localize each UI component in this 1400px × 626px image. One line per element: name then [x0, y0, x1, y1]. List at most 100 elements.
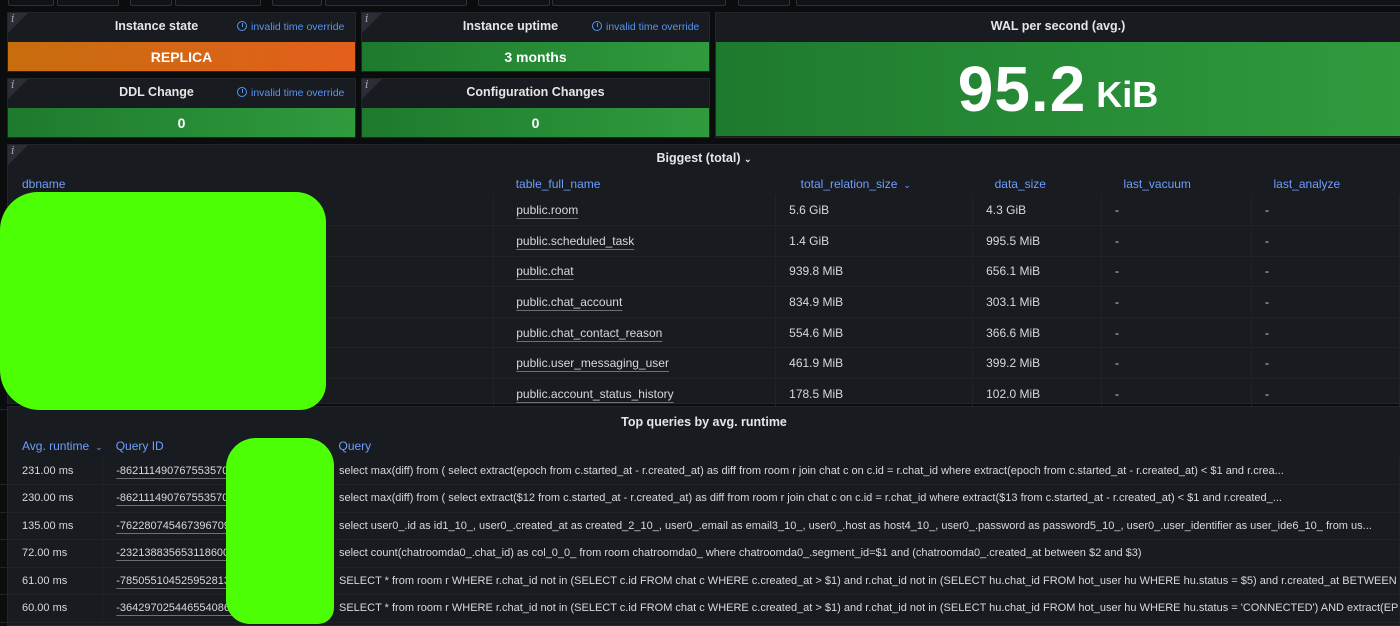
cell-text: 939.8 MiB: [789, 264, 844, 279]
cell-text: -: [1115, 264, 1120, 279]
variable-select[interactable]: [175, 0, 261, 6]
time-override-notice: invalid time override: [237, 21, 344, 33]
cell-text: 178.5 MiB: [789, 386, 844, 401]
variable-select[interactable]: [478, 0, 550, 6]
chevron-down-icon[interactable]: ⌄: [744, 154, 752, 164]
cell-text: 5.6 GiB: [789, 203, 830, 218]
variable-select[interactable]: [738, 0, 790, 6]
table-name-cell[interactable]: public.user_messaging_user: [493, 347, 777, 380]
panel-title[interactable]: Biggest (total) ⌄: [8, 151, 1400, 165]
panel-title[interactable]: WAL per second (avg.): [716, 19, 1400, 33]
column-header-query[interactable]: Query: [326, 435, 1400, 457]
column-header-avg-runtime[interactable]: Avg. runtime ⌄: [0, 435, 103, 457]
table-row[interactable]: 231.00 ms -8621114907675535707 select max(…: [0, 457, 1400, 485]
table-name-cell[interactable]: public.scheduled_task: [493, 225, 777, 257]
cell-text: select user0_.id as id1_10_, user0_.crea…: [339, 519, 1372, 532]
table-name-cell[interactable]: public.chat: [493, 256, 777, 288]
cell-text: 230.00 ms: [22, 492, 74, 505]
column-header-data-size[interactable]: data_size: [973, 173, 1102, 195]
time-override-notice: invalid time override: [592, 21, 699, 33]
table-row[interactable]: 135.00 ms -7622807454673967098 select user…: [0, 512, 1400, 540]
cell-text: 461.9 MiB: [789, 356, 844, 371]
variable-select[interactable]: [325, 0, 467, 6]
total-size-cell: 461.9 MiB: [775, 347, 974, 380]
table-row[interactable]: 230.00 ms -8621114907675535709 select max(…: [0, 484, 1400, 513]
total-size-cell: 178.5 MiB: [775, 378, 974, 410]
cell-text: 60.00 ms: [22, 602, 68, 615]
variable-select[interactable]: [796, 0, 1400, 6]
panel-title[interactable]: Configuration Changes: [362, 85, 709, 99]
last-vacuum-cell: -: [1101, 256, 1252, 288]
total-size-cell: 939.8 MiB: [775, 256, 974, 288]
last-vacuum-cell: -: [1101, 195, 1252, 227]
cell-text: 135.00 ms: [22, 519, 74, 532]
cell-text: 399.2 MiB: [986, 356, 1041, 371]
wal-unit: KiB: [1096, 74, 1159, 115]
cell-text: -: [1115, 233, 1120, 248]
variable-select[interactable]: [57, 0, 119, 6]
variable-select[interactable]: [272, 0, 322, 6]
instance-state-panel: i Instance state invalid time override R…: [7, 12, 356, 72]
cell-text: 102.0 MiB: [986, 386, 1041, 401]
cell-text: -: [1115, 356, 1120, 371]
wal-number: 95.2: [957, 53, 1087, 125]
top-queries-table: Avg. runtime ⌄ Query ID Query 231.00 ms -8…: [0, 435, 1400, 623]
table-header-row: Avg. runtime ⌄ Query ID Query: [0, 435, 1400, 457]
cell-text: -3642970254465540869: [116, 602, 237, 615]
cell-text: -: [1265, 295, 1269, 310]
time-override-notice: invalid time override: [237, 87, 344, 99]
data-size-cell: 303.1 MiB: [972, 286, 1103, 318]
cell-text: -: [1115, 203, 1120, 218]
cell-text: public.room: [516, 203, 579, 218]
instance-uptime-value: 3 months: [362, 42, 709, 71]
clock-icon: [237, 21, 247, 31]
table-row[interactable]: 61.00 ms -7850551045259528134 SELECT * fro…: [0, 567, 1400, 595]
cell-text: public.chat_contact_reason: [516, 325, 663, 340]
table-name-cell[interactable]: public.chat_contact_reason: [493, 317, 777, 349]
column-header-last-vacuum[interactable]: last_vacuum: [1102, 173, 1252, 195]
last-analyze-cell: -: [1251, 286, 1400, 318]
last-analyze-cell: -: [1251, 195, 1400, 227]
total-size-cell: 1.4 GiB: [775, 225, 974, 257]
instance-state-value: REPLICA: [8, 42, 355, 71]
panel-title[interactable]: Top queries by avg. runtime: [8, 415, 1400, 429]
variable-select[interactable]: [8, 0, 54, 6]
last-analyze-cell: -: [1251, 347, 1400, 380]
cell-text: 303.1 MiB: [986, 295, 1041, 310]
dashboard-variable-bar: [0, 0, 1400, 7]
query-text-cell: SELECT * from room r WHERE r.chat_id not…: [325, 567, 1400, 595]
column-header-total-relation-size[interactable]: total_relation_size ⌄: [776, 173, 973, 195]
ddl-change-value: 0: [8, 108, 355, 137]
cell-text: -8621114907675535707: [116, 464, 235, 477]
data-size-cell: 399.2 MiB: [972, 347, 1103, 380]
cell-text: -8621114907675535709: [116, 492, 235, 505]
table-row[interactable]: 72.00 ms -2321388356531186009 select count…: [0, 539, 1400, 568]
variable-select[interactable]: [552, 0, 726, 6]
cell-text: 554.6 MiB: [789, 325, 844, 340]
last-analyze-cell: -: [1251, 225, 1400, 257]
table-name-cell[interactable]: public.account_status_history: [493, 378, 777, 410]
data-size-cell: 995.5 MiB: [972, 225, 1103, 257]
data-size-cell: 4.3 GiB: [972, 195, 1103, 227]
column-header-table-full-name[interactable]: table_full_name: [494, 173, 776, 195]
wal-value: 95.2 KiB: [716, 42, 1400, 136]
cell-text: 995.5 MiB: [986, 233, 1041, 248]
cell-text: select max(diff) from ( select extract(e…: [339, 464, 1284, 477]
total-size-cell: 554.6 MiB: [775, 317, 974, 349]
cell-text: public.chat_account: [516, 295, 623, 310]
table-name-cell[interactable]: public.room: [493, 195, 777, 227]
cell-text: -: [1265, 264, 1269, 279]
cell-text: -7622807454673967098: [116, 519, 237, 532]
variable-select[interactable]: [130, 0, 172, 6]
table-name-cell[interactable]: public.chat_account: [493, 286, 777, 318]
data-size-cell: 366.6 MiB: [972, 317, 1103, 349]
cell-text: 656.1 MiB: [986, 264, 1041, 279]
avg-runtime-cell: 61.00 ms: [0, 567, 104, 595]
cell-text: -: [1265, 325, 1269, 340]
last-vacuum-cell: -: [1101, 317, 1252, 349]
table-row[interactable]: 60.00 ms -3642970254465540869 SELECT * fro…: [0, 594, 1400, 623]
sort-desc-icon: ⌄: [95, 442, 103, 452]
column-header-last-analyze[interactable]: last_analyze: [1252, 173, 1400, 195]
data-size-cell: 102.0 MiB: [972, 378, 1103, 410]
cell-text: public.account_status_history: [516, 386, 674, 401]
